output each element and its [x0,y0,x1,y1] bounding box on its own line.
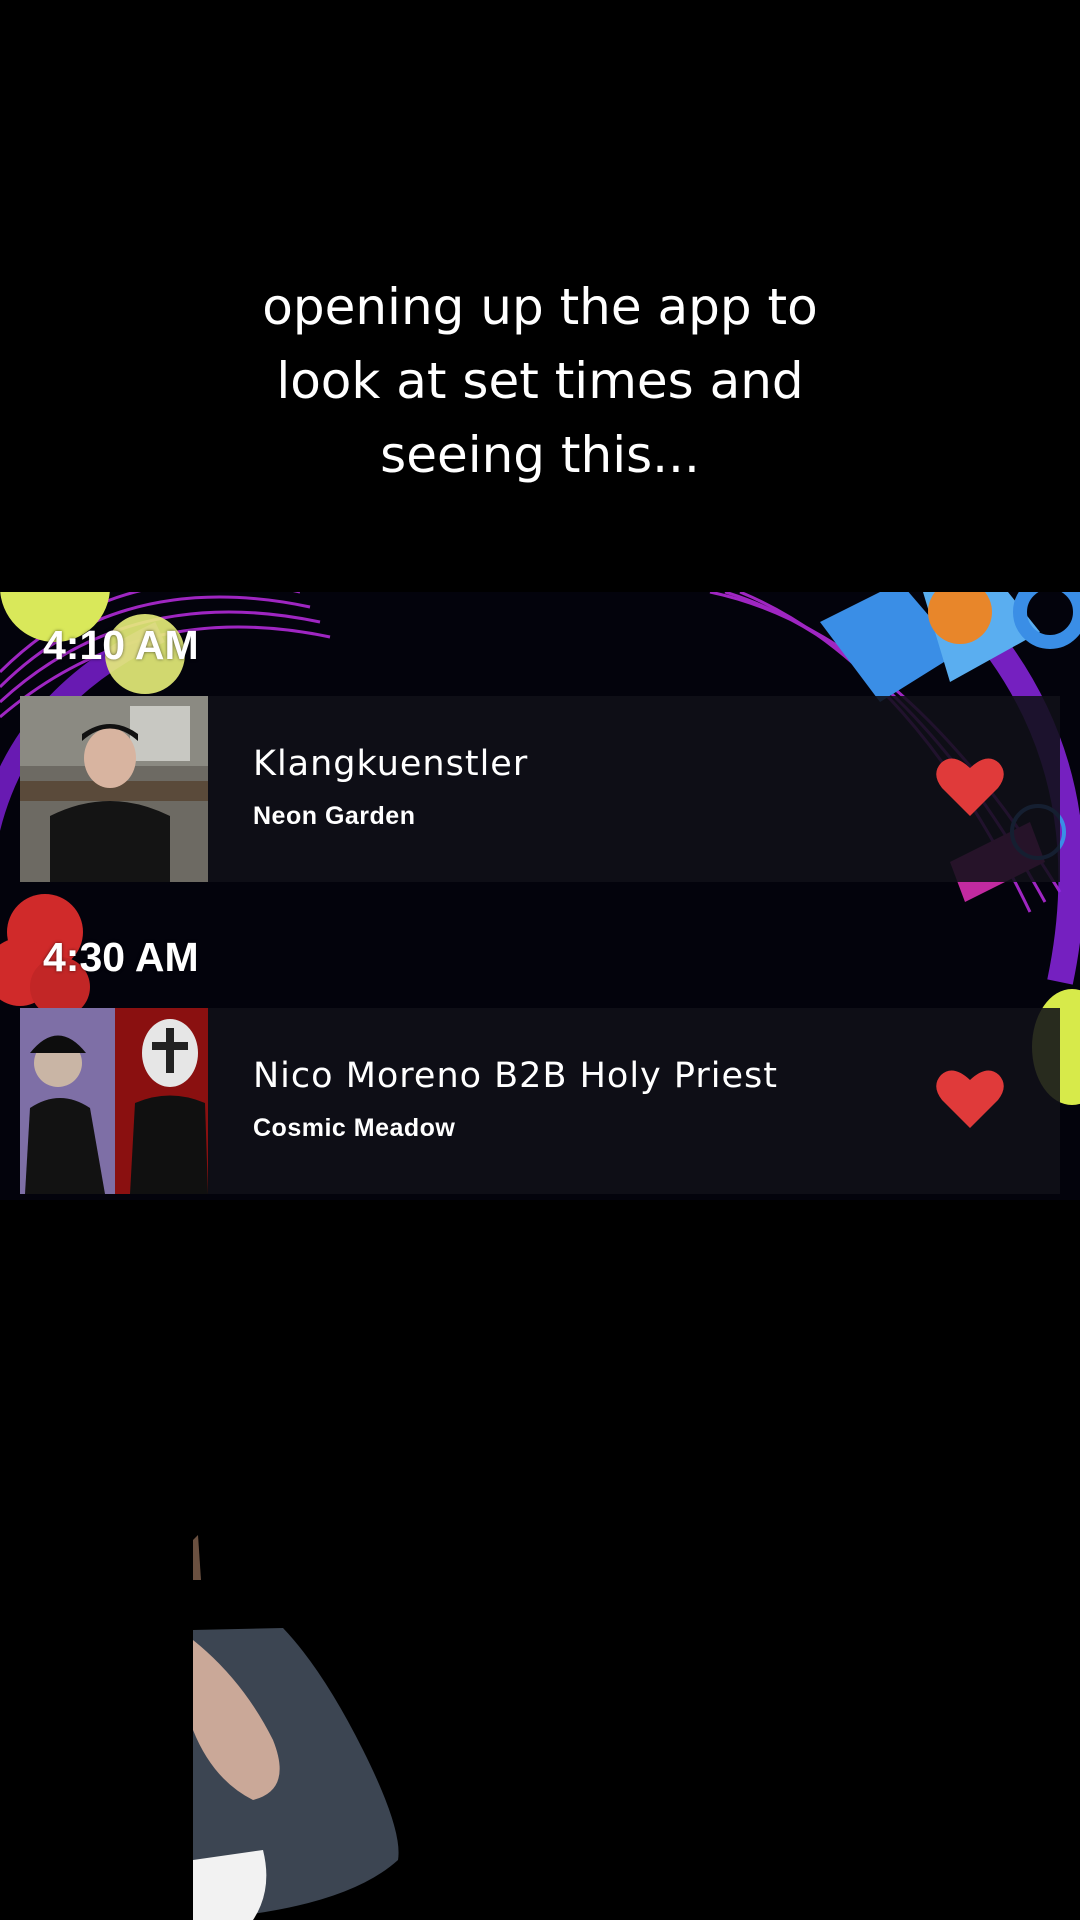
artist-name: Klangkuenstler [253,744,529,784]
artist-name: Nico Moreno B2B Holy Priest [253,1056,778,1096]
set-times-screen: 4:10 AM Klangkuenstler Neon Garden 4:30 … [0,592,1080,1200]
artist-photo [20,1008,208,1194]
video-caption: opening up the app to look at set times … [0,270,1080,492]
caption-line-1: opening up the app to [262,278,818,336]
creator-cutout [193,1535,399,1920]
caption-line-2: look at set times and [276,352,804,410]
stage-name: Neon Garden [253,802,416,830]
heart-icon[interactable] [935,754,1005,818]
set-card[interactable]: Nico Moreno B2B Holy Priest Cosmic Meado… [20,1008,1060,1194]
heart-icon[interactable] [935,1066,1005,1130]
artist-photo [20,696,208,882]
set-time-label: 4:30 AM [43,934,199,980]
caption-line-3: seeing this... [380,426,700,484]
set-time-label: 4:10 AM [43,622,199,668]
stage-name: Cosmic Meadow [253,1114,456,1142]
set-card[interactable]: Klangkuenstler Neon Garden [20,696,1060,882]
